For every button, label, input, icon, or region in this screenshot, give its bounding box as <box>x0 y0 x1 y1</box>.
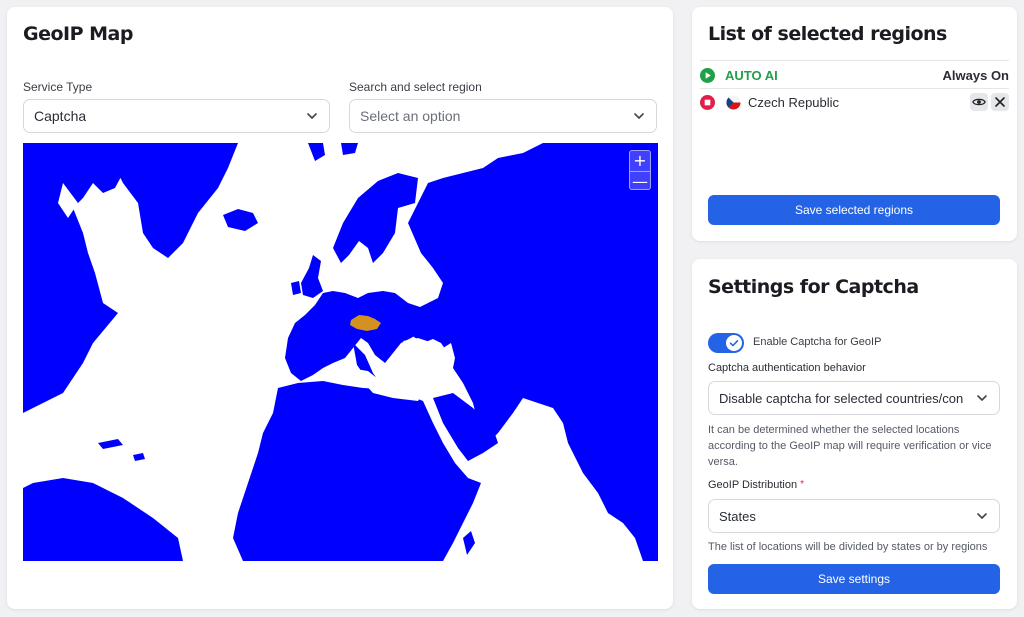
page-title: GeoIP Map <box>23 23 133 45</box>
service-type-select[interactable]: Captcha <box>23 99 330 133</box>
enable-captcha-label: Enable Captcha for GeoIP <box>753 336 882 348</box>
list-item: Czech Republic <box>700 91 1009 113</box>
czech-flag-icon <box>726 94 741 110</box>
save-selected-regions-button[interactable]: Save selected regions <box>708 195 1000 225</box>
play-icon[interactable] <box>700 67 715 83</box>
check-icon <box>729 340 739 347</box>
list-item: AUTO AI Always On <box>700 64 1009 86</box>
distribution-help-text: The list of locations will be divided by… <box>708 541 988 553</box>
world-map-svg[interactable] <box>23 143 658 561</box>
captcha-settings-card: Settings for Captcha Enable Captcha for … <box>692 259 1017 609</box>
save-settings-button[interactable]: Save settings <box>708 564 1000 594</box>
chevron-down-icon <box>634 113 644 119</box>
settings-title: Settings for Captcha <box>708 276 919 298</box>
row-actions <box>967 93 1009 111</box>
region-search-placeholder: Select an option <box>360 108 461 124</box>
distribution-select[interactable]: States <box>708 499 1000 533</box>
region-name: Czech Republic <box>748 94 840 110</box>
world-map[interactable]: + — <box>23 143 658 561</box>
toggle-knob <box>726 335 742 351</box>
distribution-label: GeoIP Distribution * <box>708 479 804 491</box>
selected-regions-card: List of selected regions AUTO AI Always … <box>692 7 1017 241</box>
region-search-select[interactable]: Select an option <box>349 99 657 133</box>
distribution-label-text: GeoIP Distribution <box>708 479 798 491</box>
region-name: AUTO AI <box>725 67 778 83</box>
divider <box>700 60 1009 61</box>
service-type-value: Captcha <box>34 108 87 124</box>
behavior-help-text: It can be determined whether the selecte… <box>708 424 992 468</box>
selected-regions-title: List of selected regions <box>708 23 947 45</box>
close-icon[interactable] <box>991 93 1009 111</box>
behavior-select[interactable]: Disable captcha for selected countries/c… <box>708 381 1000 415</box>
chevron-down-icon <box>977 395 987 401</box>
chevron-down-icon <box>307 113 317 119</box>
required-mark: * <box>800 479 805 490</box>
zoom-out-button[interactable]: — <box>630 171 650 191</box>
region-search-label: Search and select region <box>349 80 482 94</box>
map-zoom-control: + — <box>629 150 651 191</box>
chevron-down-icon <box>977 513 987 519</box>
divider <box>700 88 1009 89</box>
behavior-label: Captcha authentication behavior <box>708 362 866 374</box>
geoip-map-card: GeoIP Map Service Type Captcha Search an… <box>7 7 673 609</box>
service-type-label: Service Type <box>23 80 93 94</box>
distribution-value: States <box>719 508 756 524</box>
status-text: Always On <box>942 67 1009 83</box>
eye-icon[interactable] <box>970 93 988 111</box>
zoom-in-button[interactable]: + <box>630 151 650 171</box>
stop-icon[interactable] <box>700 94 715 110</box>
enable-captcha-toggle[interactable] <box>708 333 744 353</box>
behavior-value: Disable captcha for selected countries/c… <box>719 390 963 406</box>
